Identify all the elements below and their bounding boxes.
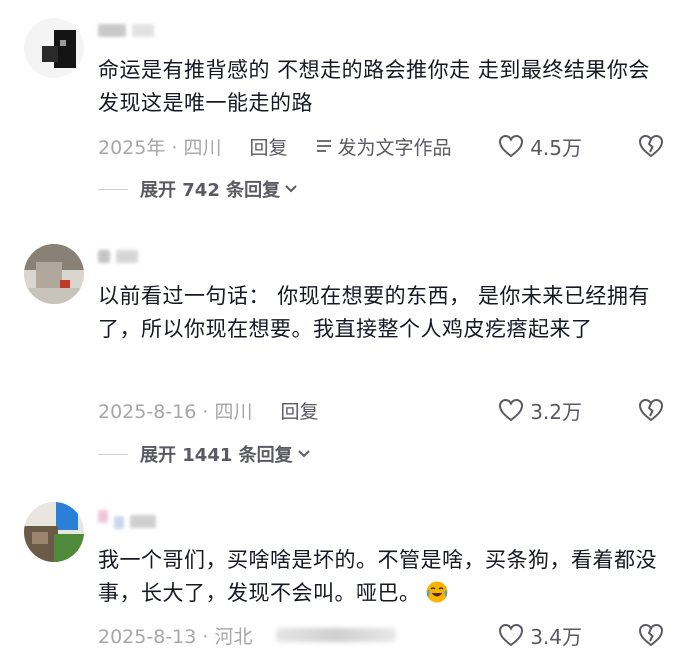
- reply-button[interactable]: 回复: [249, 133, 287, 160]
- username[interactable]: [98, 22, 154, 38]
- like-count: 3.2万: [530, 399, 582, 424]
- username[interactable]: [98, 508, 156, 529]
- heart-outline-icon: [499, 398, 524, 422]
- like-button[interactable]: 3.4万: [498, 621, 582, 650]
- broken-heart-icon: [638, 398, 664, 422]
- comment-meta: 2025年 · 四川 回复 发为文字作品 4.5万: [98, 132, 670, 160]
- avatar[interactable]: [24, 244, 84, 304]
- heart-outline-icon: [499, 134, 524, 158]
- like-button[interactable]: 4.5万: [498, 132, 582, 161]
- dislike-button[interactable]: [638, 623, 664, 647]
- share-label: 发为文字作品: [337, 136, 452, 159]
- expand-replies-button[interactable]: 展开 1441 条回复: [98, 440, 311, 468]
- blurred-watermark: [276, 628, 397, 642]
- avatar[interactable]: [24, 502, 84, 562]
- date-location: 2025-8-16 · 四川: [98, 400, 253, 423]
- broken-heart-icon: [638, 623, 664, 647]
- dislike-button[interactable]: [638, 398, 664, 422]
- text-lines-icon: [316, 140, 331, 152]
- avatar[interactable]: [24, 18, 84, 78]
- comment-meta: 2025-8-13 · 河北 3.4万: [98, 621, 670, 649]
- crying-laughing-emoji-icon: [426, 581, 447, 603]
- like-button[interactable]: 3.2万: [498, 396, 582, 425]
- comment-text: 命运是有推背感的 不想走的路会推你走 走到最终结果你会发现这是唯一能走的路: [98, 58, 650, 115]
- date-location: 2025年 · 四川: [98, 136, 222, 159]
- comment-text: 我一个哥们，买啥啥是坏的。不管是啥，买条狗，看着都没事，长大了，发现不会叫。哑巴…: [98, 544, 668, 610]
- heart-outline-icon: [499, 623, 524, 647]
- comment-meta: 2025-8-16 · 四川 回复 3.2万: [98, 396, 670, 424]
- chevron-down-icon: [297, 450, 310, 458]
- like-count: 4.5万: [530, 135, 582, 160]
- username[interactable]: [98, 248, 138, 264]
- divider: [98, 188, 128, 190]
- expand-label: 展开 742 条回复: [140, 180, 281, 201]
- expand-replies-button[interactable]: 展开 742 条回复: [98, 175, 298, 203]
- comment-text: 以前看过一句话： 你现在想要的东西， 是你未来已经拥有了，所以你现在想要。我直接…: [98, 284, 650, 341]
- expand-label: 展开 1441 条回复: [140, 445, 293, 466]
- reply-button[interactable]: 回复: [280, 397, 318, 424]
- chevron-down-icon: [285, 185, 297, 193]
- like-count: 3.4万: [530, 624, 582, 649]
- dislike-button[interactable]: [638, 134, 664, 158]
- divider: [98, 453, 128, 455]
- date-location: 2025-8-13 · 河北: [98, 625, 253, 648]
- share-as-text-button[interactable]: 发为文字作品: [316, 133, 452, 160]
- comment-text-content: 我一个哥们，买啥啥是坏的。不管是啥，买条狗，看着都没事，长大了，发现不会叫。哑巴…: [98, 548, 657, 605]
- broken-heart-icon: [638, 134, 664, 158]
